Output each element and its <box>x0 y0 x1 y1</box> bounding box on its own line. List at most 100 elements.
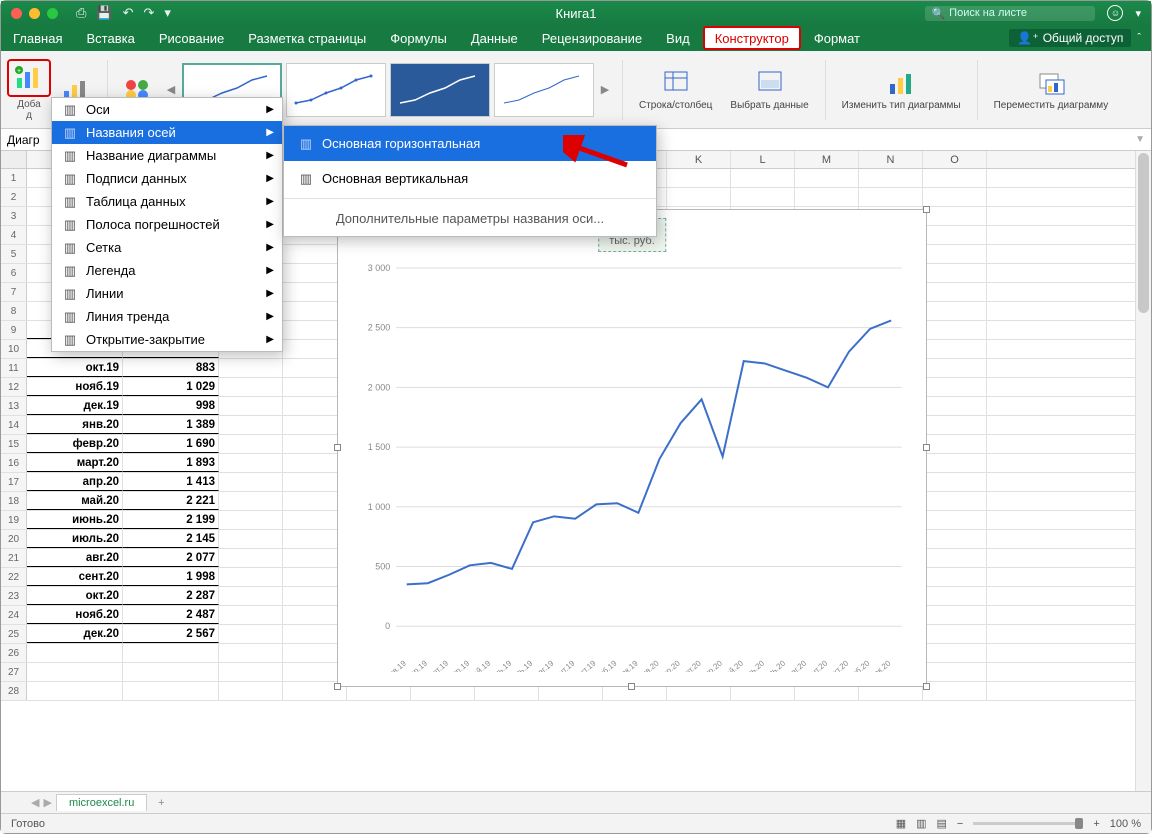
change-chart-type-button[interactable]: Изменить тип диаграммы <box>836 68 967 111</box>
cell[interactable]: 1 998 <box>123 568 219 586</box>
menu-item[interactable]: ▥ Полоса погрешностей ▶ <box>52 213 282 236</box>
row-header[interactable]: 28 <box>1 682 27 700</box>
cell[interactable] <box>923 511 987 529</box>
cell[interactable] <box>923 682 987 700</box>
cell[interactable]: 2 287 <box>123 587 219 605</box>
cell[interactable] <box>123 682 219 700</box>
cell[interactable] <box>219 454 283 472</box>
cell[interactable]: дек.20 <box>27 625 123 643</box>
cell[interactable] <box>923 416 987 434</box>
tab-pagelayout[interactable]: Разметка страницы <box>236 25 378 51</box>
cell[interactable] <box>219 644 283 662</box>
feedback-icon[interactable]: ☺ <box>1107 5 1123 21</box>
row-header[interactable]: 15 <box>1 435 27 453</box>
menu-item[interactable]: ▥ Оси ▶ <box>52 98 282 121</box>
cell[interactable] <box>731 188 795 206</box>
row-header[interactable]: 10 <box>1 340 27 358</box>
chart-style-4[interactable] <box>494 63 594 117</box>
cell[interactable]: 1 690 <box>123 435 219 453</box>
row-header[interactable]: 27 <box>1 663 27 681</box>
column-header[interactable]: M <box>795 151 859 168</box>
menu-item[interactable]: ▥ Линия тренда ▶ <box>52 305 282 328</box>
cell[interactable] <box>219 682 283 700</box>
row-header[interactable]: 1 <box>1 169 27 187</box>
cell[interactable]: 998 <box>123 397 219 415</box>
row-header[interactable]: 20 <box>1 530 27 548</box>
qat-more-icon[interactable]: ▾ <box>164 5 171 21</box>
resize-handle[interactable] <box>334 444 341 451</box>
row-header[interactable]: 12 <box>1 378 27 396</box>
window-close[interactable] <box>11 8 22 19</box>
row-header[interactable]: 5 <box>1 245 27 263</box>
cell[interactable] <box>859 169 923 187</box>
column-header[interactable]: O <box>923 151 987 168</box>
cell[interactable] <box>219 378 283 396</box>
menu-item[interactable]: ▥ Сетка ▶ <box>52 236 282 259</box>
row-header[interactable]: 25 <box>1 625 27 643</box>
row-header[interactable]: 9 <box>1 321 27 339</box>
cell[interactable] <box>27 682 123 700</box>
cell[interactable] <box>667 188 731 206</box>
cell[interactable] <box>923 625 987 643</box>
redo-icon[interactable]: ↷ <box>144 5 155 21</box>
cell[interactable] <box>219 473 283 491</box>
cell[interactable] <box>923 302 987 320</box>
tab-format[interactable]: Формат <box>802 25 872 51</box>
switch-row-column-button[interactable]: Строка/столбец <box>633 68 718 111</box>
embedded-chart[interactable]: …ль,тыс. руб. 05001 0001 5002 0002 5003 … <box>337 209 927 687</box>
cell[interactable]: июнь.20 <box>27 511 123 529</box>
cell[interactable] <box>923 264 987 282</box>
save-icon[interactable]: 💾 <box>96 5 112 21</box>
cell[interactable]: сент.20 <box>27 568 123 586</box>
zoom-level[interactable]: 100 % <box>1110 818 1141 830</box>
resize-handle[interactable] <box>923 683 930 690</box>
add-chart-element-button[interactable]: + <box>7 59 51 97</box>
cell[interactable] <box>219 549 283 567</box>
view-pagebreak-icon[interactable]: ▤ <box>937 817 947 830</box>
cell[interactable] <box>219 587 283 605</box>
cell[interactable] <box>923 169 987 187</box>
tab-chartdesign[interactable]: Конструктор <box>703 26 801 50</box>
row-header[interactable]: 8 <box>1 302 27 320</box>
cell[interactable] <box>923 340 987 358</box>
autosave-icon[interactable]: ⎙ <box>76 5 86 21</box>
cell[interactable] <box>923 473 987 491</box>
cell[interactable] <box>923 207 987 225</box>
cell[interactable] <box>27 663 123 681</box>
row-header[interactable]: 19 <box>1 511 27 529</box>
cell[interactable] <box>923 321 987 339</box>
cell[interactable] <box>923 378 987 396</box>
row-header[interactable]: 24 <box>1 606 27 624</box>
cell[interactable]: нояб.19 <box>27 378 123 396</box>
cell[interactable] <box>667 169 731 187</box>
cell[interactable] <box>795 169 859 187</box>
tab-draw[interactable]: Рисование <box>147 25 236 51</box>
chart-style-2[interactable] <box>286 63 386 117</box>
cell[interactable] <box>923 568 987 586</box>
chart-style-3[interactable] <box>390 63 490 117</box>
cell[interactable]: окт.20 <box>27 587 123 605</box>
cell[interactable]: 1 413 <box>123 473 219 491</box>
cell[interactable]: февр.20 <box>27 435 123 453</box>
cell[interactable]: 2 145 <box>123 530 219 548</box>
view-pagelayout-icon[interactable]: ▥ <box>916 817 926 830</box>
row-header[interactable]: 2 <box>1 188 27 206</box>
cell[interactable]: дек.19 <box>27 397 123 415</box>
tab-review[interactable]: Рецензирование <box>530 25 654 51</box>
row-header[interactable]: 6 <box>1 264 27 282</box>
menu-item[interactable]: ▥ Линии ▶ <box>52 282 282 305</box>
cell[interactable] <box>219 492 283 510</box>
zoom-slider[interactable] <box>973 822 1083 825</box>
cell[interactable] <box>219 530 283 548</box>
window-minimize[interactable] <box>29 8 40 19</box>
cell[interactable]: 2 487 <box>123 606 219 624</box>
cell[interactable] <box>923 397 987 415</box>
cell[interactable] <box>123 644 219 662</box>
cell[interactable] <box>923 663 987 681</box>
cell[interactable]: апр.20 <box>27 473 123 491</box>
cell[interactable] <box>219 359 283 377</box>
titlebar-more-icon[interactable]: ▾ <box>1135 7 1141 20</box>
zoom-out-icon[interactable]: − <box>957 818 963 830</box>
tab-insert[interactable]: Вставка <box>74 25 146 51</box>
cell[interactable] <box>27 644 123 662</box>
